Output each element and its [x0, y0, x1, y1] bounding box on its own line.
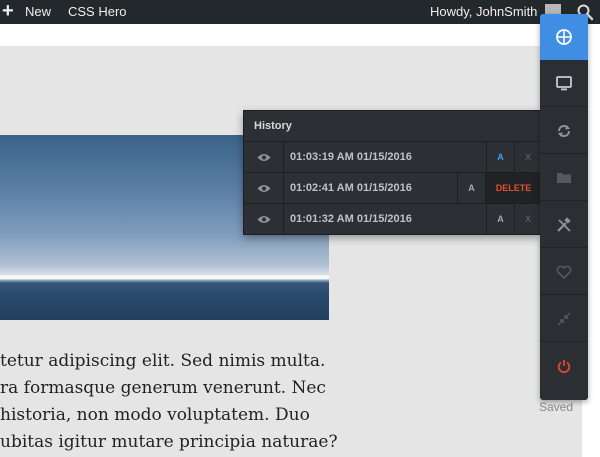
- admin-bar: + New CSS Hero Howdy, JohnSmith: [0, 0, 600, 24]
- history-timestamp: 01:03:19 AM 01/15/2016: [290, 151, 412, 163]
- paragraph-line: tetur adipiscing elit. Sed nimis multa.: [0, 351, 326, 371]
- history-row: 01:02:41 AM 01/15/2016 A DELETE: [244, 173, 541, 204]
- history-row: 01:01:32 AM 01/15/2016 A X: [244, 204, 540, 235]
- heart-icon[interactable]: [540, 249, 588, 295]
- history-row: 01:03:19 AM 01/15/2016 A X: [244, 142, 540, 173]
- crosshair-icon[interactable]: [540, 14, 588, 60]
- css-hero-button[interactable]: CSS Hero: [68, 0, 127, 24]
- power-icon[interactable]: [540, 343, 588, 389]
- history-timestamp: 01:01:32 AM 01/15/2016: [290, 213, 412, 225]
- folder-icon[interactable]: [540, 155, 588, 201]
- history-panel: History 01:03:19 AM 01/15/2016 A X 01:02…: [243, 110, 541, 235]
- body-paragraph: tetur adipiscing elit. Sed nimis multa. …: [0, 348, 340, 456]
- refresh-icon[interactable]: [540, 108, 588, 154]
- page-content: tetur adipiscing elit. Sed nimis multa. …: [0, 46, 582, 457]
- eye-icon[interactable]: [244, 142, 284, 172]
- history-timestamp: 01:02:41 AM 01/15/2016: [290, 182, 412, 194]
- paragraph-line: ubitas igitur mutare principia naturae?: [0, 432, 338, 452]
- apply-button[interactable]: A: [486, 142, 514, 172]
- apply-button[interactable]: A: [486, 204, 514, 234]
- css-hero-toolbar: [540, 14, 588, 400]
- apply-button[interactable]: A: [457, 173, 485, 203]
- remove-button[interactable]: X: [514, 142, 541, 172]
- eye-icon[interactable]: [244, 204, 284, 234]
- new-button[interactable]: New: [25, 0, 51, 24]
- tools-icon[interactable]: [540, 202, 588, 248]
- eye-icon[interactable]: [244, 173, 284, 203]
- monitor-icon[interactable]: [540, 61, 588, 107]
- remove-button[interactable]: X: [514, 204, 541, 234]
- collapse-icon[interactable]: [540, 296, 588, 342]
- paragraph-line: ra formasque generum venerunt. Nec: [0, 378, 326, 398]
- howdy-user-link[interactable]: Howdy, JohnSmith: [430, 0, 537, 24]
- delete-button[interactable]: DELETE: [485, 173, 541, 203]
- plus-icon[interactable]: +: [2, 0, 14, 24]
- paragraph-line: historia, non modo voluptatem. Duo: [0, 405, 310, 425]
- saved-status: Saved: [539, 400, 574, 414]
- history-title: History: [244, 111, 540, 142]
